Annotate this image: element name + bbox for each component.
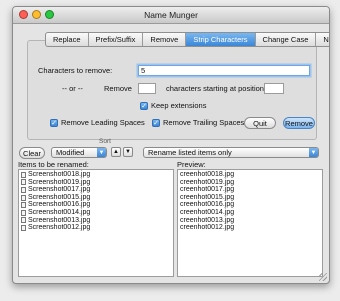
tab-strip-characters[interactable]: Strip Characters (186, 33, 256, 46)
tab-remove[interactable]: Remove (143, 33, 187, 46)
list-item: creenhot0012.jpg (180, 224, 235, 232)
chevron-down-icon: ▼ (97, 148, 106, 157)
items-list[interactable]: Screenshot0018.jpg Screenshot0019.jpg Sc… (18, 169, 174, 277)
document-icon (21, 171, 26, 178)
characters-to-remove-field[interactable]: 5 (138, 65, 310, 76)
sort-label: Sort (99, 138, 111, 145)
remove-trailing-spaces-label: Remove Trailing Spaces (163, 118, 245, 127)
remove-trailing-spaces-checkbox[interactable]: ✓ Remove Trailing Spaces (152, 118, 244, 127)
app-window: Name Munger Replace Prefix/Suffix Remove… (12, 6, 330, 284)
document-icon (21, 224, 26, 231)
chevron-down-icon: ▼ (309, 148, 318, 157)
resize-grip-icon[interactable] (319, 273, 327, 281)
mode-tabs: Replace Prefix/Suffix Remove Strip Chara… (45, 32, 329, 47)
list-item[interactable]: Screenshot0019.jpg (21, 179, 171, 187)
list-item: creenhot0018.jpg (180, 171, 235, 178)
checkmark-icon: ✓ (140, 101, 148, 110)
window-title: Name Munger (144, 10, 198, 20)
list-item: creenhot0016.jpg (180, 201, 235, 209)
sort-descending-button[interactable]: ▼ (123, 147, 133, 157)
checkmark-icon: ✓ (152, 118, 160, 127)
or-label: -- or -- (62, 84, 83, 93)
preview-list[interactable]: creenhot0018.jpg creenhot0019.jpg creenh… (177, 169, 323, 277)
document-icon (21, 217, 26, 224)
list-item: creenhot0013.jpg (180, 216, 235, 224)
tab-prefix-suffix[interactable]: Prefix/Suffix (89, 33, 144, 46)
list-item: creenhot0019.jpg (180, 178, 235, 186)
quit-button[interactable]: Quit (244, 117, 276, 129)
rename-scope-value: Rename listed items only (148, 148, 232, 157)
tab-change-case[interactable]: Change Case (256, 33, 317, 46)
list-item[interactable]: Screenshot0018.jpg (21, 171, 171, 179)
remove-leading-spaces-checkbox[interactable]: ✓ Remove Leading Spaces (50, 118, 145, 127)
strip-characters-panel: Characters to remove: 5 -- or -- Remove … (27, 40, 317, 140)
title-bar[interactable]: Name Munger (13, 7, 329, 24)
preview-header: Preview: (177, 160, 206, 169)
sort-by-value: Modified (56, 148, 85, 157)
document-icon (21, 179, 26, 186)
list-item[interactable]: Screenshot0013.jpg (21, 217, 171, 225)
start-position-field[interactable] (264, 83, 284, 94)
list-item[interactable]: Screenshot0014.jpg (21, 209, 171, 217)
starting-position-label: characters starting at position (166, 84, 264, 93)
list-item[interactable]: Screenshot0012.jpg (21, 224, 171, 232)
document-icon (21, 194, 26, 201)
remove-count-field[interactable] (138, 83, 156, 94)
list-item: creenhot0014.jpg (180, 208, 235, 216)
close-button[interactable] (19, 10, 28, 19)
list-item[interactable]: Screenshot0016.jpg (21, 201, 171, 209)
tab-number[interactable]: Number (316, 33, 329, 46)
remove-leading-spaces-label: Remove Leading Spaces (61, 118, 145, 127)
remove-label: Remove (104, 84, 132, 93)
tab-replace[interactable]: Replace (46, 33, 89, 46)
list-item[interactable]: Screenshot0017.jpg (21, 186, 171, 194)
minimize-button[interactable] (32, 10, 41, 19)
checkmark-icon: ✓ (50, 118, 58, 127)
clear-button[interactable]: Clear (19, 147, 45, 159)
remove-button[interactable]: Remove (283, 117, 315, 129)
list-item: creenhot0017.jpg (180, 186, 235, 194)
list-item: creenhot0015.jpg (180, 193, 235, 201)
sort-ascending-button[interactable]: ▲ (111, 147, 121, 157)
document-icon (21, 202, 26, 209)
document-icon (21, 209, 26, 216)
keep-extensions-label: Keep extensions (151, 101, 207, 110)
window-controls (19, 10, 54, 19)
list-item[interactable]: Screenshot0015.jpg (21, 194, 171, 202)
sort-by-select[interactable]: Modified ▼ (51, 147, 107, 158)
rename-scope-select[interactable]: Rename listed items only ▼ (143, 147, 319, 158)
items-header: Items to be renamed: (18, 160, 89, 169)
characters-to-remove-label: Characters to remove: (38, 66, 113, 75)
keep-extensions-checkbox[interactable]: ✓ Keep extensions (140, 101, 206, 110)
document-icon (21, 186, 26, 193)
zoom-button[interactable] (45, 10, 54, 19)
